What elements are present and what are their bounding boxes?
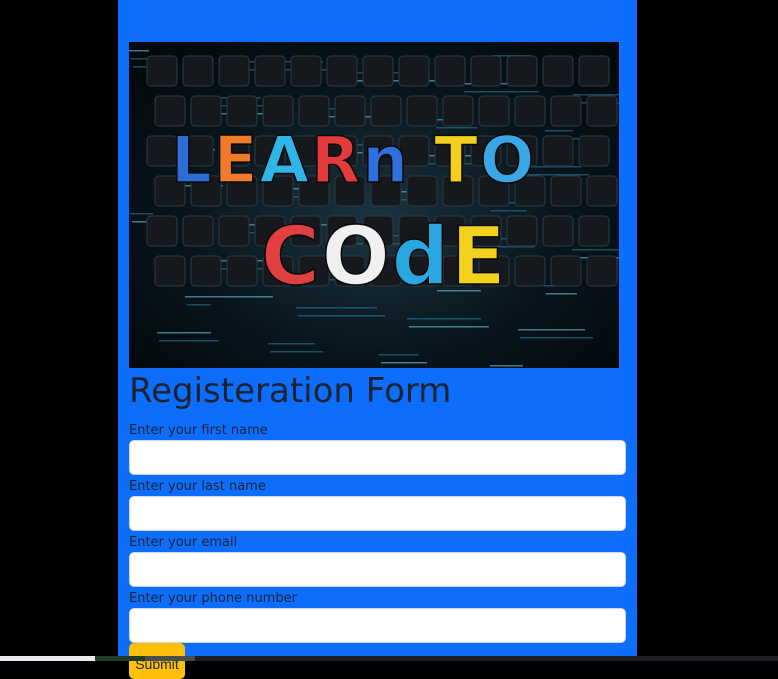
phone-number-input[interactable] <box>129 608 626 643</box>
learn-to-letters: LEARn TO <box>170 123 536 199</box>
submit-button[interactable]: Submit <box>129 643 185 679</box>
svg-text:LEARn TO: LEARn TO <box>171 124 536 198</box>
email-label: Enter your email <box>129 535 238 550</box>
taskbar-segment <box>95 656 145 661</box>
taskbar-segment <box>0 656 95 661</box>
first-name-input[interactable] <box>129 440 626 475</box>
last-name-label: Enter your last name <box>129 479 266 494</box>
taskbar-segment <box>195 656 778 661</box>
taskbar-segment <box>145 656 195 661</box>
last-name-input[interactable] <box>129 496 626 531</box>
first-name-label: Enter your first name <box>129 423 268 438</box>
svg-text:COdE: COdE <box>261 210 508 303</box>
code-letters: COdE <box>260 209 508 304</box>
form-title: Registeration Form <box>129 371 452 411</box>
email-input[interactable] <box>129 552 626 587</box>
registration-panel: LEARn TO COdE Registeration Form Enter yo… <box>118 0 637 679</box>
phone-number-label: Enter your phone number <box>129 591 297 606</box>
learn-to-code-banner: LEARn TO COdE <box>129 42 619 368</box>
taskbar <box>0 656 778 661</box>
